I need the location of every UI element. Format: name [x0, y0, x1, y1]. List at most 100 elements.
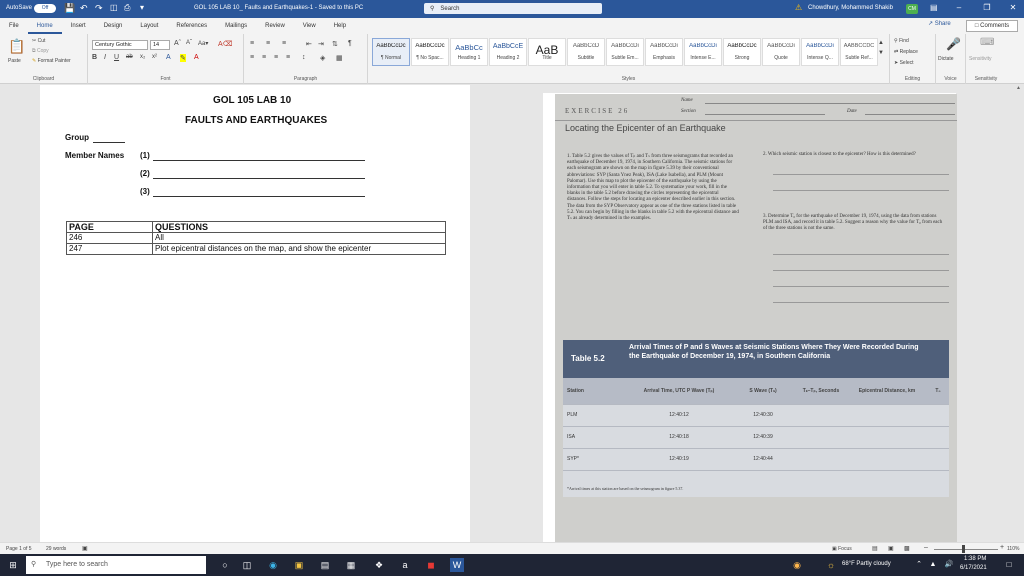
style-item[interactable]: AaBbCcDi Emphasis	[645, 38, 683, 66]
tab-references[interactable]: References	[167, 18, 216, 34]
member-1-blank[interactable]	[153, 160, 365, 161]
font-size-select[interactable]: 14	[150, 40, 170, 50]
restore-icon[interactable]: ❐	[980, 3, 994, 12]
amazon-icon[interactable]: a	[398, 558, 412, 572]
proofing-icon[interactable]: ▣	[82, 545, 88, 552]
page-count[interactable]: Page 1 of 5	[6, 546, 32, 552]
styles-scroll-down-icon[interactable]: ▼	[878, 50, 884, 56]
tab-home[interactable]: Home	[27, 18, 62, 34]
autosave-toggle[interactable]: Off	[34, 4, 56, 13]
close-icon[interactable]: ✕	[1006, 3, 1020, 12]
tab-layout[interactable]: Layout	[131, 18, 167, 34]
save-icon[interactable]: 💾	[64, 3, 75, 14]
user-name[interactable]: Chowdhury, Mohammed Shakib	[808, 5, 893, 11]
align-right-icon[interactable]: ≡	[274, 54, 278, 61]
store-icon[interactable]: ▤	[318, 558, 332, 572]
cut-button[interactable]: ✂ Cut	[32, 38, 45, 44]
tray-chevron-icon[interactable]: ⌃	[912, 558, 926, 572]
web-layout-icon[interactable]: ▩	[904, 545, 910, 552]
highlight-icon[interactable]: ✎	[180, 54, 186, 62]
align-left-icon[interactable]: ≡	[250, 54, 254, 61]
styles-scroll-up-icon[interactable]: ▲	[878, 40, 884, 46]
numbering-icon[interactable]: ≡	[266, 40, 270, 47]
multilevel-list-icon[interactable]: ≡	[282, 40, 286, 47]
align-center-icon[interactable]: ≡	[262, 54, 266, 61]
font-color-icon[interactable]: A	[194, 54, 199, 61]
search-box[interactable]: ⚲ Search	[424, 3, 602, 14]
tab-insert[interactable]: Insert	[62, 18, 95, 34]
clear-format-icon[interactable]: A⌫	[218, 40, 233, 48]
font-name-select[interactable]: Century Gothic	[92, 40, 148, 50]
taskbar-search[interactable]: ⚲ Type here to search	[26, 556, 206, 574]
underline-icon[interactable]: U	[114, 54, 119, 61]
microphone-icon[interactable]: 🎤	[946, 37, 961, 51]
subscript-icon[interactable]: x₂	[140, 54, 145, 60]
style-item[interactable]: AaBbCcDi Subtle Em...	[606, 38, 644, 66]
zoom-level[interactable]: 110%	[1007, 546, 1019, 552]
app-icon[interactable]: ◼	[424, 558, 438, 572]
word-count[interactable]: 29 words	[46, 546, 66, 552]
change-case-icon[interactable]: Aa▾	[198, 40, 208, 47]
focus-button[interactable]: ▣ Focus	[832, 546, 852, 552]
zoom-in-icon[interactable]: +	[1000, 544, 1004, 551]
volume-icon[interactable]: 🔊	[942, 558, 956, 572]
style-item[interactable]: AaBbCcDc ¶ No Spac...	[411, 38, 449, 66]
undo-icon[interactable]: ↶	[80, 3, 88, 14]
copy-button[interactable]: ⧉ Copy	[32, 48, 49, 54]
textbook-photo[interactable]: Name Section Date EXERCISE 26 Locating t…	[555, 94, 957, 542]
table-cell[interactable]: 246	[66, 232, 153, 244]
italic-icon[interactable]: I	[104, 54, 106, 61]
dictate-button[interactable]: Dictate	[938, 56, 954, 62]
text-effects-icon[interactable]: A	[166, 54, 171, 61]
sensitivity-button[interactable]: Sensitivity	[969, 56, 992, 62]
strikethrough-icon[interactable]: ab	[126, 54, 133, 60]
bold-icon[interactable]: B	[92, 54, 97, 61]
style-item[interactable]: AaBbCcDi Quote	[762, 38, 800, 66]
sensitivity-icon[interactable]: ⌨	[980, 37, 994, 48]
minimize-icon[interactable]: –	[952, 3, 966, 12]
style-item[interactable]: AaBbCcDc ¶ Normal	[372, 38, 410, 66]
style-item[interactable]: AaBbCcD Subtitle	[567, 38, 605, 66]
vertical-scrollbar[interactable]: ▲	[1014, 85, 1024, 542]
zoom-slider-thumb[interactable]	[962, 545, 965, 553]
decrease-indent-icon[interactable]: ⇤	[306, 40, 312, 48]
ribbon-display-icon[interactable]: ▤	[930, 3, 938, 12]
style-item[interactable]: AaB Title	[528, 38, 566, 66]
avatar[interactable]: CM	[906, 4, 918, 14]
sort-icon[interactable]: ⇅	[332, 40, 338, 48]
select-button[interactable]: ➤ Select	[894, 60, 914, 66]
paste-button[interactable]: Paste	[8, 58, 21, 64]
paste-icon[interactable]: 📋	[8, 38, 25, 55]
style-item[interactable]: AaBbCcE Heading 2	[489, 38, 527, 66]
comments-button[interactable]: □ Comments	[966, 20, 1018, 32]
customize-toolbar-icon[interactable]: ▾	[140, 3, 144, 12]
zoom-slider[interactable]	[934, 549, 998, 550]
justify-icon[interactable]: ≡	[286, 54, 290, 61]
member-3-blank[interactable]	[153, 196, 365, 197]
tab-file[interactable]: File	[0, 18, 28, 34]
format-painter-button[interactable]: ✎ Format Painter	[32, 58, 71, 64]
member-2-blank[interactable]	[153, 178, 365, 179]
zoom-out-icon[interactable]: –	[924, 544, 928, 551]
style-item[interactable]: AaBbCcDc Strong	[723, 38, 761, 66]
task-view-icon[interactable]: ◫	[240, 558, 254, 572]
tab-help[interactable]: Help	[325, 18, 355, 34]
tab-view[interactable]: View	[294, 18, 325, 34]
replace-button[interactable]: ⇄ Replace	[894, 49, 918, 55]
pilcrow-icon[interactable]: ¶	[348, 40, 352, 47]
file-explorer-icon[interactable]: ▣	[292, 558, 306, 572]
clock-time[interactable]: 1:38 PM	[964, 556, 986, 562]
table-cell[interactable]: All	[152, 232, 446, 244]
share-button[interactable]: ↗ Share	[928, 20, 951, 27]
table-cell[interactable]: Plot epicentral distances on the map, an…	[152, 243, 446, 255]
style-item[interactable]: AaBbCcDi Intense Q...	[801, 38, 839, 66]
tab-design[interactable]: Design	[95, 18, 132, 34]
read-mode-icon[interactable]: ▤	[872, 545, 878, 552]
style-item[interactable]: AaBbCcDi Intense E...	[684, 38, 722, 66]
shrink-font-icon[interactable]: Aˇ	[186, 40, 192, 46]
tab-mailings[interactable]: Mailings	[216, 18, 256, 34]
edge-icon[interactable]: ◉	[266, 558, 280, 572]
windows-start-icon[interactable]: ⊞	[6, 558, 20, 572]
word-taskbar-icon[interactable]: W	[450, 558, 464, 572]
weather-icon[interactable]: ☼	[826, 558, 836, 572]
